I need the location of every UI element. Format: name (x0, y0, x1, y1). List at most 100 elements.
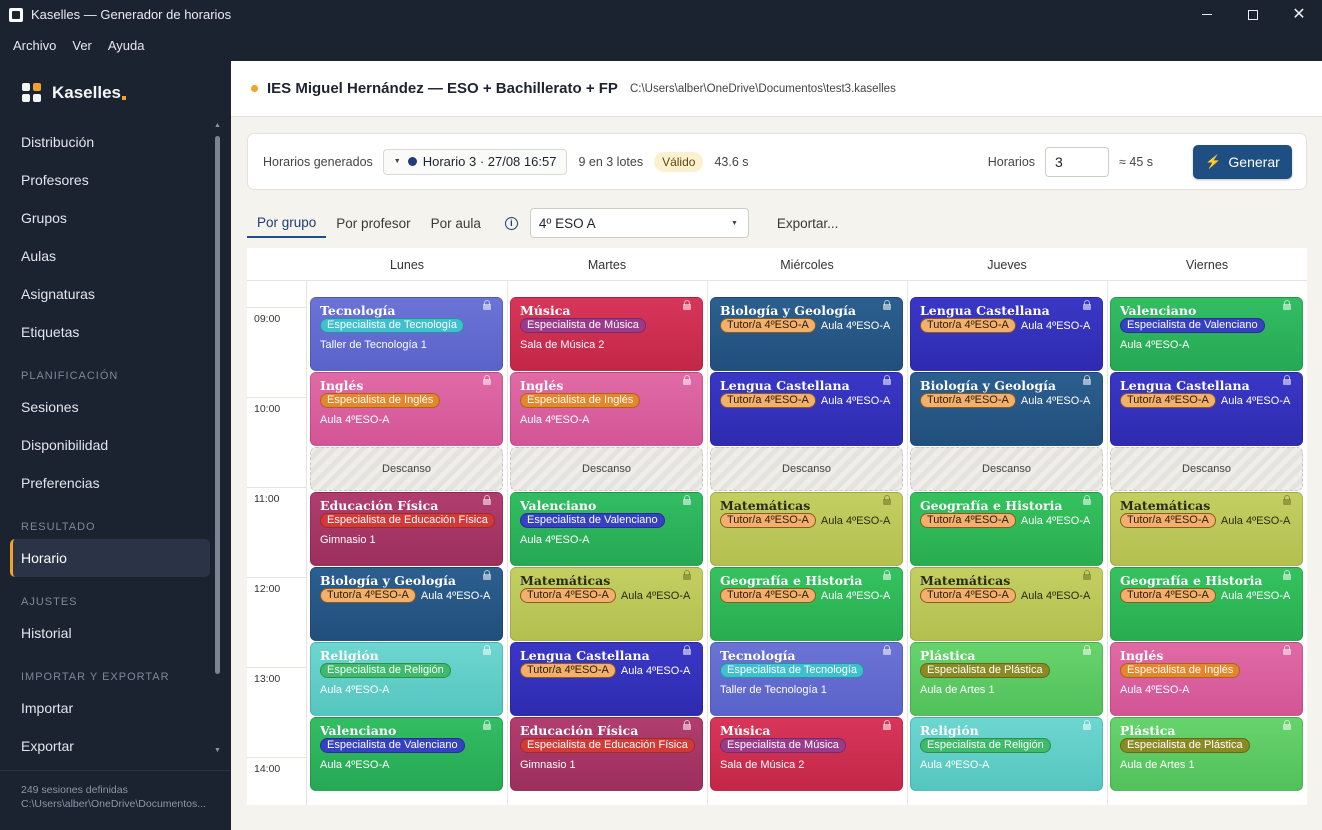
session-subject: Plástica (920, 648, 976, 663)
brand-name: Kaselles (52, 83, 121, 102)
sidebar-item-distribucion[interactable]: Distribución (10, 123, 210, 161)
session-card[interactable]: Matemáticas Tutor/a 4ºESO-A Aula 4ºESO-A (1110, 492, 1303, 566)
info-icon[interactable]: i (504, 216, 518, 230)
session-teacher-row: Tutor/a 4ºESO-A Aula 4ºESO-A (720, 588, 893, 603)
lock-icon[interactable] (1083, 720, 1091, 731)
session-card[interactable]: Geografía e Historia Tutor/a 4ºESO-A Aula … (1110, 567, 1303, 641)
lock-icon[interactable] (1083, 645, 1091, 656)
lock-icon[interactable] (1283, 570, 1291, 581)
lock-icon[interactable] (1283, 375, 1291, 386)
lock-icon[interactable] (683, 375, 691, 386)
session-card[interactable]: Biología y Geología Tutor/a 4ºESO-A Aula 4… (710, 297, 903, 371)
lock-icon[interactable] (683, 570, 691, 581)
scroll-down-icon[interactable]: ▼ (214, 747, 221, 754)
lock-icon[interactable] (883, 645, 891, 656)
sidebar-item-sesiones[interactable]: Sesiones (10, 388, 210, 426)
session-card[interactable]: Geografía e Historia Tutor/a 4ºESO-A Aula … (910, 492, 1103, 566)
lock-icon[interactable] (483, 375, 491, 386)
session-card[interactable]: Inglés Especialista de Inglés Aula 4ºESO-A (310, 372, 503, 446)
sidebar-item-exportar[interactable]: Exportar (10, 727, 210, 765)
sidebar-section-settings: AJUSTES (21, 596, 78, 608)
session-room: Aula 4ºESO-A (1020, 514, 1091, 527)
session-card[interactable]: Plástica Especialista de Plástica Aula de … (1110, 717, 1303, 791)
schedule-select[interactable]: ▼ Horario 3 · 27/08 16:57 (382, 148, 568, 175)
session-card[interactable]: Tecnología Especialista de Tecnología Tall… (310, 297, 503, 371)
group-select[interactable]: 4º ESO A ▼ (529, 208, 749, 238)
session-card[interactable]: Educación Física Especialista de Educació… (510, 717, 703, 791)
session-card[interactable]: Biología y Geología Tutor/a 4ºESO-A Aula 4… (310, 567, 503, 641)
session-card[interactable]: Música Especialista de Música Sala de Músi… (510, 297, 703, 371)
session-card[interactable]: Plástica Especialista de Plástica Aula de … (910, 642, 1103, 716)
session-card[interactable]: Religión Especialista de Religión Aula 4ºE… (310, 642, 503, 716)
session-card[interactable]: Geografía e Historia Tutor/a 4ºESO-A Aula … (710, 567, 903, 641)
tab-por-grupo[interactable]: Por grupo (247, 208, 327, 238)
maximize-button[interactable] (1230, 0, 1276, 29)
tab-por-aula[interactable]: Por aula (421, 208, 491, 238)
lock-icon[interactable] (683, 300, 691, 311)
session-card[interactable]: Lengua Castellana Tutor/a 4ºESO-A Aula 4ºE… (710, 372, 903, 446)
lock-icon[interactable] (483, 720, 491, 731)
session-card[interactable]: Valenciano Especialista de Valenciano Aula… (510, 492, 703, 566)
lock-icon[interactable] (883, 720, 891, 731)
session-card[interactable]: Matemáticas Tutor/a 4ºESO-A Aula 4ºESO-A (910, 567, 1103, 641)
menu-ayuda[interactable]: Ayuda (100, 38, 153, 53)
session-card[interactable]: Biología y Geología Tutor/a 4ºESO-A Aula 4… (910, 372, 1103, 446)
sidebar-item-profesores[interactable]: Profesores (10, 161, 210, 199)
session-card[interactable]: Matemáticas Tutor/a 4ºESO-A Aula 4ºESO-A (510, 567, 703, 641)
session-card[interactable]: Religión Especialista de Religión Aula 4ºE… (910, 717, 1103, 791)
lock-icon[interactable] (883, 375, 891, 386)
sidebar-item-preferencias[interactable]: Preferencias (10, 464, 210, 502)
count-input[interactable] (1045, 146, 1110, 177)
sidebar-item-etiquetas[interactable]: Etiquetas (10, 313, 210, 351)
lock-icon[interactable] (1283, 300, 1291, 311)
lock-icon[interactable] (883, 570, 891, 581)
column-divider (907, 281, 908, 805)
lock-icon[interactable] (1083, 570, 1091, 581)
session-card[interactable]: Lengua Castellana Tutor/a 4ºESO-A Aula 4ºE… (1110, 372, 1303, 446)
session-card[interactable]: Valenciano Especialista de Valenciano Aula… (1110, 297, 1303, 371)
lock-icon[interactable] (1083, 375, 1091, 386)
session-teacher-row: Tutor/a 4ºESO-A Aula 4ºESO-A (720, 393, 893, 408)
session-card[interactable]: Tecnología Especialista de Tecnología Tall… (710, 642, 903, 716)
lock-icon[interactable] (1283, 645, 1291, 656)
lock-icon[interactable] (483, 495, 491, 506)
lock-icon[interactable] (883, 495, 891, 506)
lock-icon[interactable] (1283, 495, 1291, 506)
session-card[interactable]: Educación Física Especialista de Educació… (310, 492, 503, 566)
lock-icon[interactable] (683, 720, 691, 731)
menu-archivo[interactable]: Archivo (5, 38, 64, 53)
lock-icon[interactable] (483, 570, 491, 581)
sidebar-item-horario[interactable]: Horario (10, 539, 210, 577)
lock-icon[interactable] (1083, 300, 1091, 311)
lock-icon[interactable] (1083, 495, 1091, 506)
sidebar-item-aulas[interactable]: Aulas (10, 237, 210, 275)
sidebar-item-grupos[interactable]: Grupos (10, 199, 210, 237)
session-card[interactable]: Matemáticas Tutor/a 4ºESO-A Aula 4ºESO-A (710, 492, 903, 566)
sidebar-item-disponibilidad[interactable]: Disponibilidad (10, 426, 210, 464)
lock-icon[interactable] (683, 645, 691, 656)
sidebar-scrollbar[interactable] (215, 136, 220, 674)
sidebar-item-importar[interactable]: Importar (10, 689, 210, 727)
export-button[interactable]: Exportar... (777, 216, 839, 231)
scroll-up-icon[interactable]: ▲ (214, 122, 221, 129)
lock-icon[interactable] (683, 495, 691, 506)
page-title: IES Miguel Hernández — ESO + Bachillerat… (267, 80, 618, 97)
generate-button[interactable]: ⚡ Generar (1193, 144, 1292, 179)
lock-icon[interactable] (883, 300, 891, 311)
session-subject: Plástica (1120, 723, 1176, 738)
session-card[interactable]: Inglés Especialista de Inglés Aula 4ºESO-A (510, 372, 703, 446)
session-card[interactable]: Inglés Especialista de Inglés Aula 4ºESO-A (1110, 642, 1303, 716)
tab-por-profesor[interactable]: Por profesor (326, 208, 420, 238)
minimize-button[interactable] (1184, 0, 1230, 29)
sidebar-item-asignaturas[interactable]: Asignaturas (10, 275, 210, 313)
session-card[interactable]: Lengua Castellana Tutor/a 4ºESO-A Aula 4ºE… (910, 297, 1103, 371)
lock-icon[interactable] (483, 300, 491, 311)
session-card[interactable]: Valenciano Especialista de Valenciano Aula… (310, 717, 503, 791)
session-card[interactable]: Música Especialista de Música Sala de Músi… (710, 717, 903, 791)
sidebar-item-historial[interactable]: Historial (10, 614, 210, 652)
session-card[interactable]: Lengua Castellana Tutor/a 4ºESO-A Aula 4ºE… (510, 642, 703, 716)
lock-icon[interactable] (483, 645, 491, 656)
close-button[interactable]: ✕ (1276, 0, 1322, 29)
lock-icon[interactable] (1283, 720, 1291, 731)
menu-ver[interactable]: Ver (64, 38, 100, 53)
